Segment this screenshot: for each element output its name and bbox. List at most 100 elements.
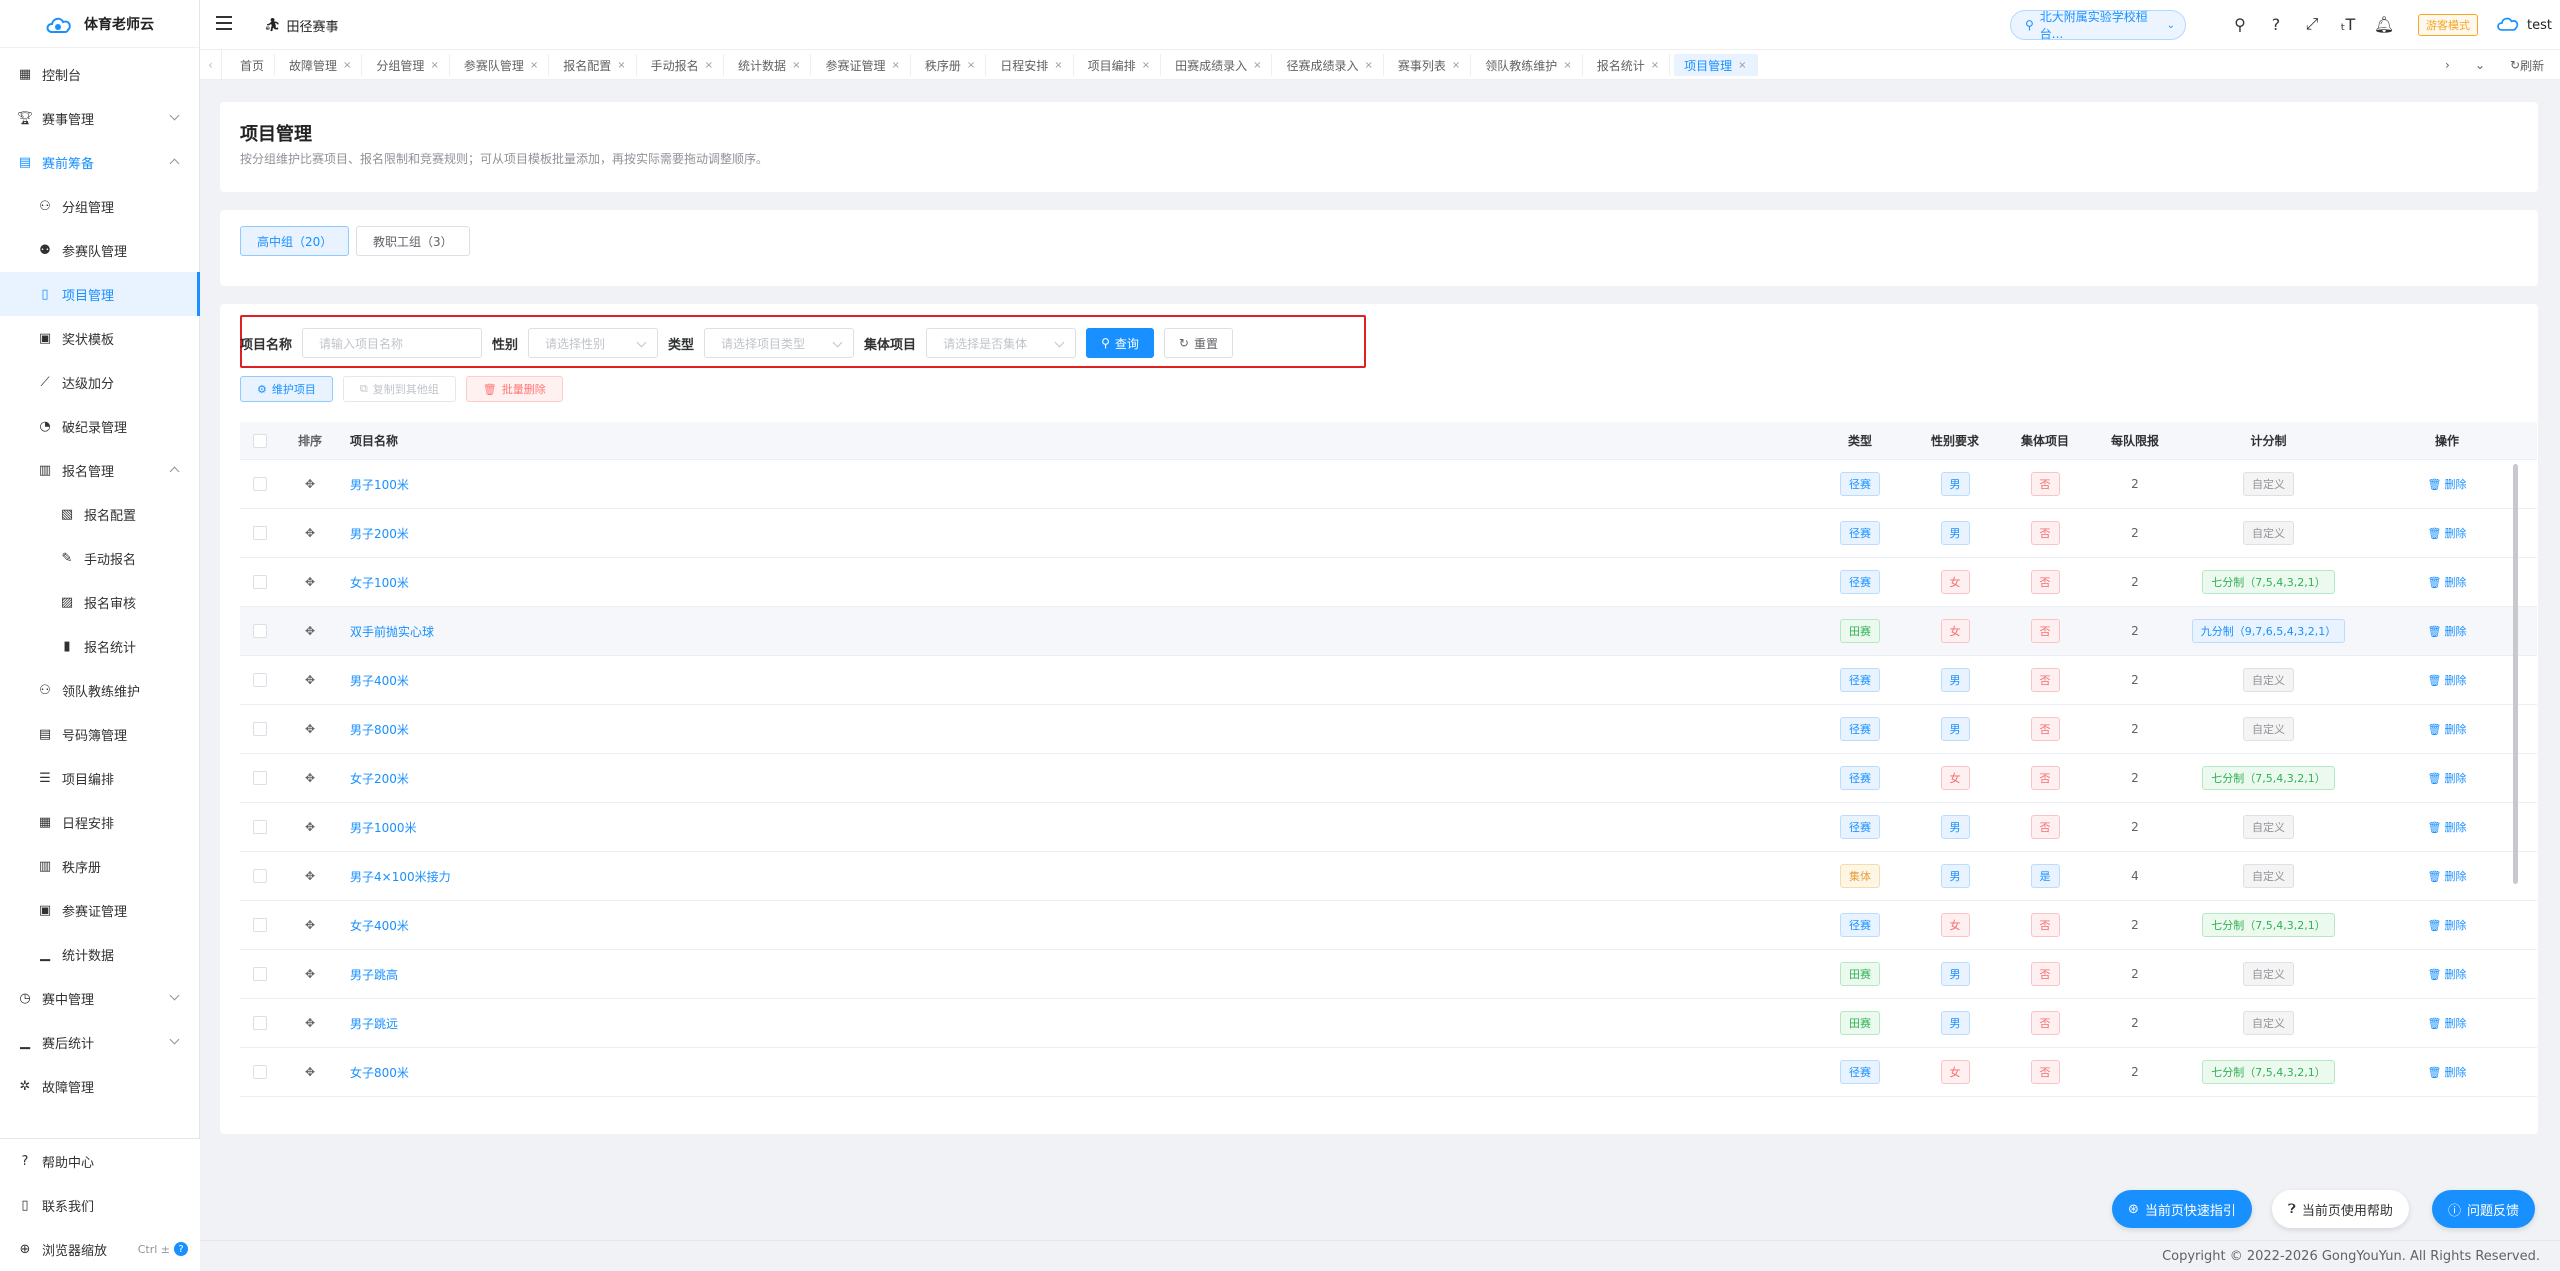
- delete-link[interactable]: 🗑︎ 删除: [2428, 721, 2467, 737]
- tab-close-icon[interactable]: ×: [705, 60, 713, 71]
- drag-handle-icon[interactable]: ✥: [280, 477, 340, 491]
- sex-select[interactable]: 请选择性别: [528, 328, 659, 358]
- select-all-checkbox[interactable]: [253, 433, 267, 448]
- drag-handle-icon[interactable]: ✥: [280, 722, 340, 736]
- sidebar-item-signup-config[interactable]: ▧ 报名配置: [0, 492, 200, 536]
- tab-item[interactable]: 分组管理 ×: [366, 54, 450, 76]
- tab-item[interactable]: 参赛证管理 ×: [815, 54, 911, 76]
- help-center-link[interactable]: ? 帮助中心: [0, 1139, 200, 1183]
- sidebar-item-program-book[interactable]: ▥ 秩序册: [0, 844, 200, 888]
- sidebar-item-signup-audit[interactable]: ▨ 报名审核: [0, 580, 200, 624]
- tab-close-icon[interactable]: ×: [1142, 60, 1150, 71]
- drag-handle-icon[interactable]: ✥: [280, 771, 340, 785]
- sidebar-item-faults[interactable]: ✲ 故障管理: [0, 1064, 200, 1108]
- tab-item[interactable]: 径赛成绩录入 ×: [1276, 54, 1384, 76]
- delete-link[interactable]: 🗑︎ 删除: [2428, 966, 2467, 982]
- copy-to-group-button[interactable]: ⧉ 复制到其他组: [342, 376, 456, 402]
- project-name-link[interactable]: 男子200米: [350, 527, 409, 541]
- team-select[interactable]: 请选择是否集体: [926, 328, 1077, 358]
- tab-close-icon[interactable]: ×: [617, 60, 625, 71]
- tab-item[interactable]: 报名配置 ×: [553, 54, 637, 76]
- delete-link[interactable]: 🗑︎ 删除: [2428, 868, 2467, 884]
- drag-handle-icon[interactable]: ✥: [280, 967, 340, 981]
- sidebar-item-event-management[interactable]: 🏆︎ 赛事管理: [0, 96, 200, 140]
- query-button[interactable]: ⚲ 查询: [1086, 328, 1154, 358]
- drag-handle-icon[interactable]: ✥: [280, 1016, 340, 1030]
- batch-delete-button[interactable]: 🗑︎ 批量删除: [465, 376, 563, 402]
- row-checkbox[interactable]: [253, 1065, 267, 1079]
- sidebar-item-signup[interactable]: ▥ 报名管理: [0, 448, 200, 492]
- sidebar-item-projects[interactable]: ▯ 项目管理: [0, 272, 200, 316]
- tab-close-icon[interactable]: ×: [891, 60, 899, 71]
- tab-item[interactable]: 领队教练维护 ×: [1475, 54, 1583, 76]
- contact-link[interactable]: ▯ 联系我们: [0, 1183, 200, 1227]
- sidebar-item-in-event[interactable]: ◷ 赛中管理: [0, 976, 200, 1020]
- delete-link[interactable]: 🗑︎ 删除: [2428, 1015, 2467, 1031]
- drag-handle-icon[interactable]: ✥: [280, 918, 340, 932]
- logo[interactable]: 体育老师云: [0, 0, 199, 48]
- tab-close-icon[interactable]: ×: [1452, 60, 1460, 71]
- tab-item[interactable]: 项目管理 ×: [1674, 54, 1758, 76]
- group-button-staff[interactable]: 教职工组（3）: [356, 226, 470, 256]
- tab-item[interactable]: 项目编排 ×: [1078, 54, 1162, 76]
- sidebar-item-level-bonus[interactable]: ⟋ 达级加分: [0, 360, 200, 404]
- tab-close-icon[interactable]: ×: [1054, 60, 1062, 71]
- maintain-projects-button[interactable]: ⚙ 维护项目: [240, 376, 333, 402]
- drag-handle-icon[interactable]: ✥: [280, 624, 340, 638]
- drag-handle-icon[interactable]: ✥: [280, 820, 340, 834]
- page-help-button[interactable]: ❓︎ 当前页使用帮助: [2272, 1190, 2409, 1228]
- sidebar-item-certificates[interactable]: ▣ 奖状模板: [0, 316, 200, 360]
- sidebar-item-teams[interactable]: ⚉ 参赛队管理: [0, 228, 200, 272]
- refresh-button[interactable]: ↻ 刷新: [2510, 50, 2544, 80]
- project-name-link[interactable]: 双手前抛实心球: [350, 625, 434, 639]
- delete-link[interactable]: 🗑︎ 删除: [2428, 672, 2467, 688]
- project-name-link[interactable]: 男子800米: [350, 723, 409, 737]
- row-checkbox[interactable]: [253, 820, 267, 834]
- tab-close-icon[interactable]: ×: [967, 60, 975, 71]
- tab-item[interactable]: 田赛成绩录入 ×: [1165, 54, 1273, 76]
- tabs-scroll-right-icon[interactable]: ›: [2445, 50, 2450, 80]
- sidebar-item-arrange[interactable]: ☰ 项目编排: [0, 756, 200, 800]
- sidebar-item-signup-stats[interactable]: ▮ 报名统计: [0, 624, 200, 668]
- delete-link[interactable]: 🗑︎ 删除: [2428, 476, 2467, 492]
- tab-item[interactable]: 参赛队管理 ×: [454, 54, 550, 76]
- sidebar-item-statistics[interactable]: ▁ 统计数据: [0, 932, 200, 976]
- row-checkbox[interactable]: [253, 771, 267, 785]
- drag-handle-icon[interactable]: ✥: [280, 526, 340, 540]
- sidebar-item-dashboard[interactable]: ▦ 控制台: [0, 52, 200, 96]
- sidebar-item-manual-signup[interactable]: ✎ 手动报名: [0, 536, 200, 580]
- tab-item[interactable]: 首页: [230, 54, 276, 76]
- row-checkbox[interactable]: [253, 575, 267, 589]
- row-checkbox[interactable]: [253, 673, 267, 687]
- tab-close-icon[interactable]: ×: [430, 60, 438, 71]
- sidebar-item-bib[interactable]: ▤ 号码簿管理: [0, 712, 200, 756]
- tab-item[interactable]: 秩序册 ×: [915, 54, 987, 76]
- delete-link[interactable]: 🗑︎ 删除: [2428, 1064, 2467, 1080]
- project-name-link[interactable]: 男子跳远: [350, 1017, 398, 1031]
- tab-item[interactable]: 故障管理 ×: [279, 54, 363, 76]
- project-name-link[interactable]: 男子400米: [350, 674, 409, 688]
- tab-close-icon[interactable]: ×: [1563, 60, 1571, 71]
- search-icon[interactable]: ⚲: [2230, 14, 2250, 34]
- delete-link[interactable]: 🗑︎ 删除: [2428, 525, 2467, 541]
- browser-zoom[interactable]: ⊕ 浏览器缩放 Ctrl ±?: [0, 1227, 200, 1271]
- menu-toggle-icon[interactable]: [216, 16, 232, 30]
- delete-link[interactable]: 🗑︎ 删除: [2428, 917, 2467, 933]
- sidebar-item-pre-event[interactable]: ▤ 赛前筹备: [0, 140, 200, 184]
- row-checkbox[interactable]: [253, 869, 267, 883]
- drag-handle-icon[interactable]: ✥: [280, 869, 340, 883]
- row-checkbox[interactable]: [253, 477, 267, 491]
- help-dot-icon[interactable]: ?: [174, 1242, 188, 1256]
- delete-link[interactable]: 🗑︎ 删除: [2428, 819, 2467, 835]
- reset-button[interactable]: ↻ 重置: [1163, 328, 1233, 358]
- type-select[interactable]: 请选择项目类型: [704, 328, 855, 358]
- tab-item[interactable]: 报名统计 ×: [1587, 54, 1671, 76]
- help-icon[interactable]: ?: [2266, 14, 2286, 34]
- user-menu[interactable]: test: [2495, 14, 2552, 36]
- project-name-link[interactable]: 女子200米: [350, 772, 409, 786]
- sidebar-item-groups[interactable]: ⚇ 分组管理: [0, 184, 200, 228]
- row-checkbox[interactable]: [253, 967, 267, 981]
- tab-item[interactable]: 手动报名 ×: [641, 54, 725, 76]
- fullscreen-icon[interactable]: ⤢: [2302, 14, 2322, 34]
- font-size-icon[interactable]: ₜT: [2338, 14, 2358, 34]
